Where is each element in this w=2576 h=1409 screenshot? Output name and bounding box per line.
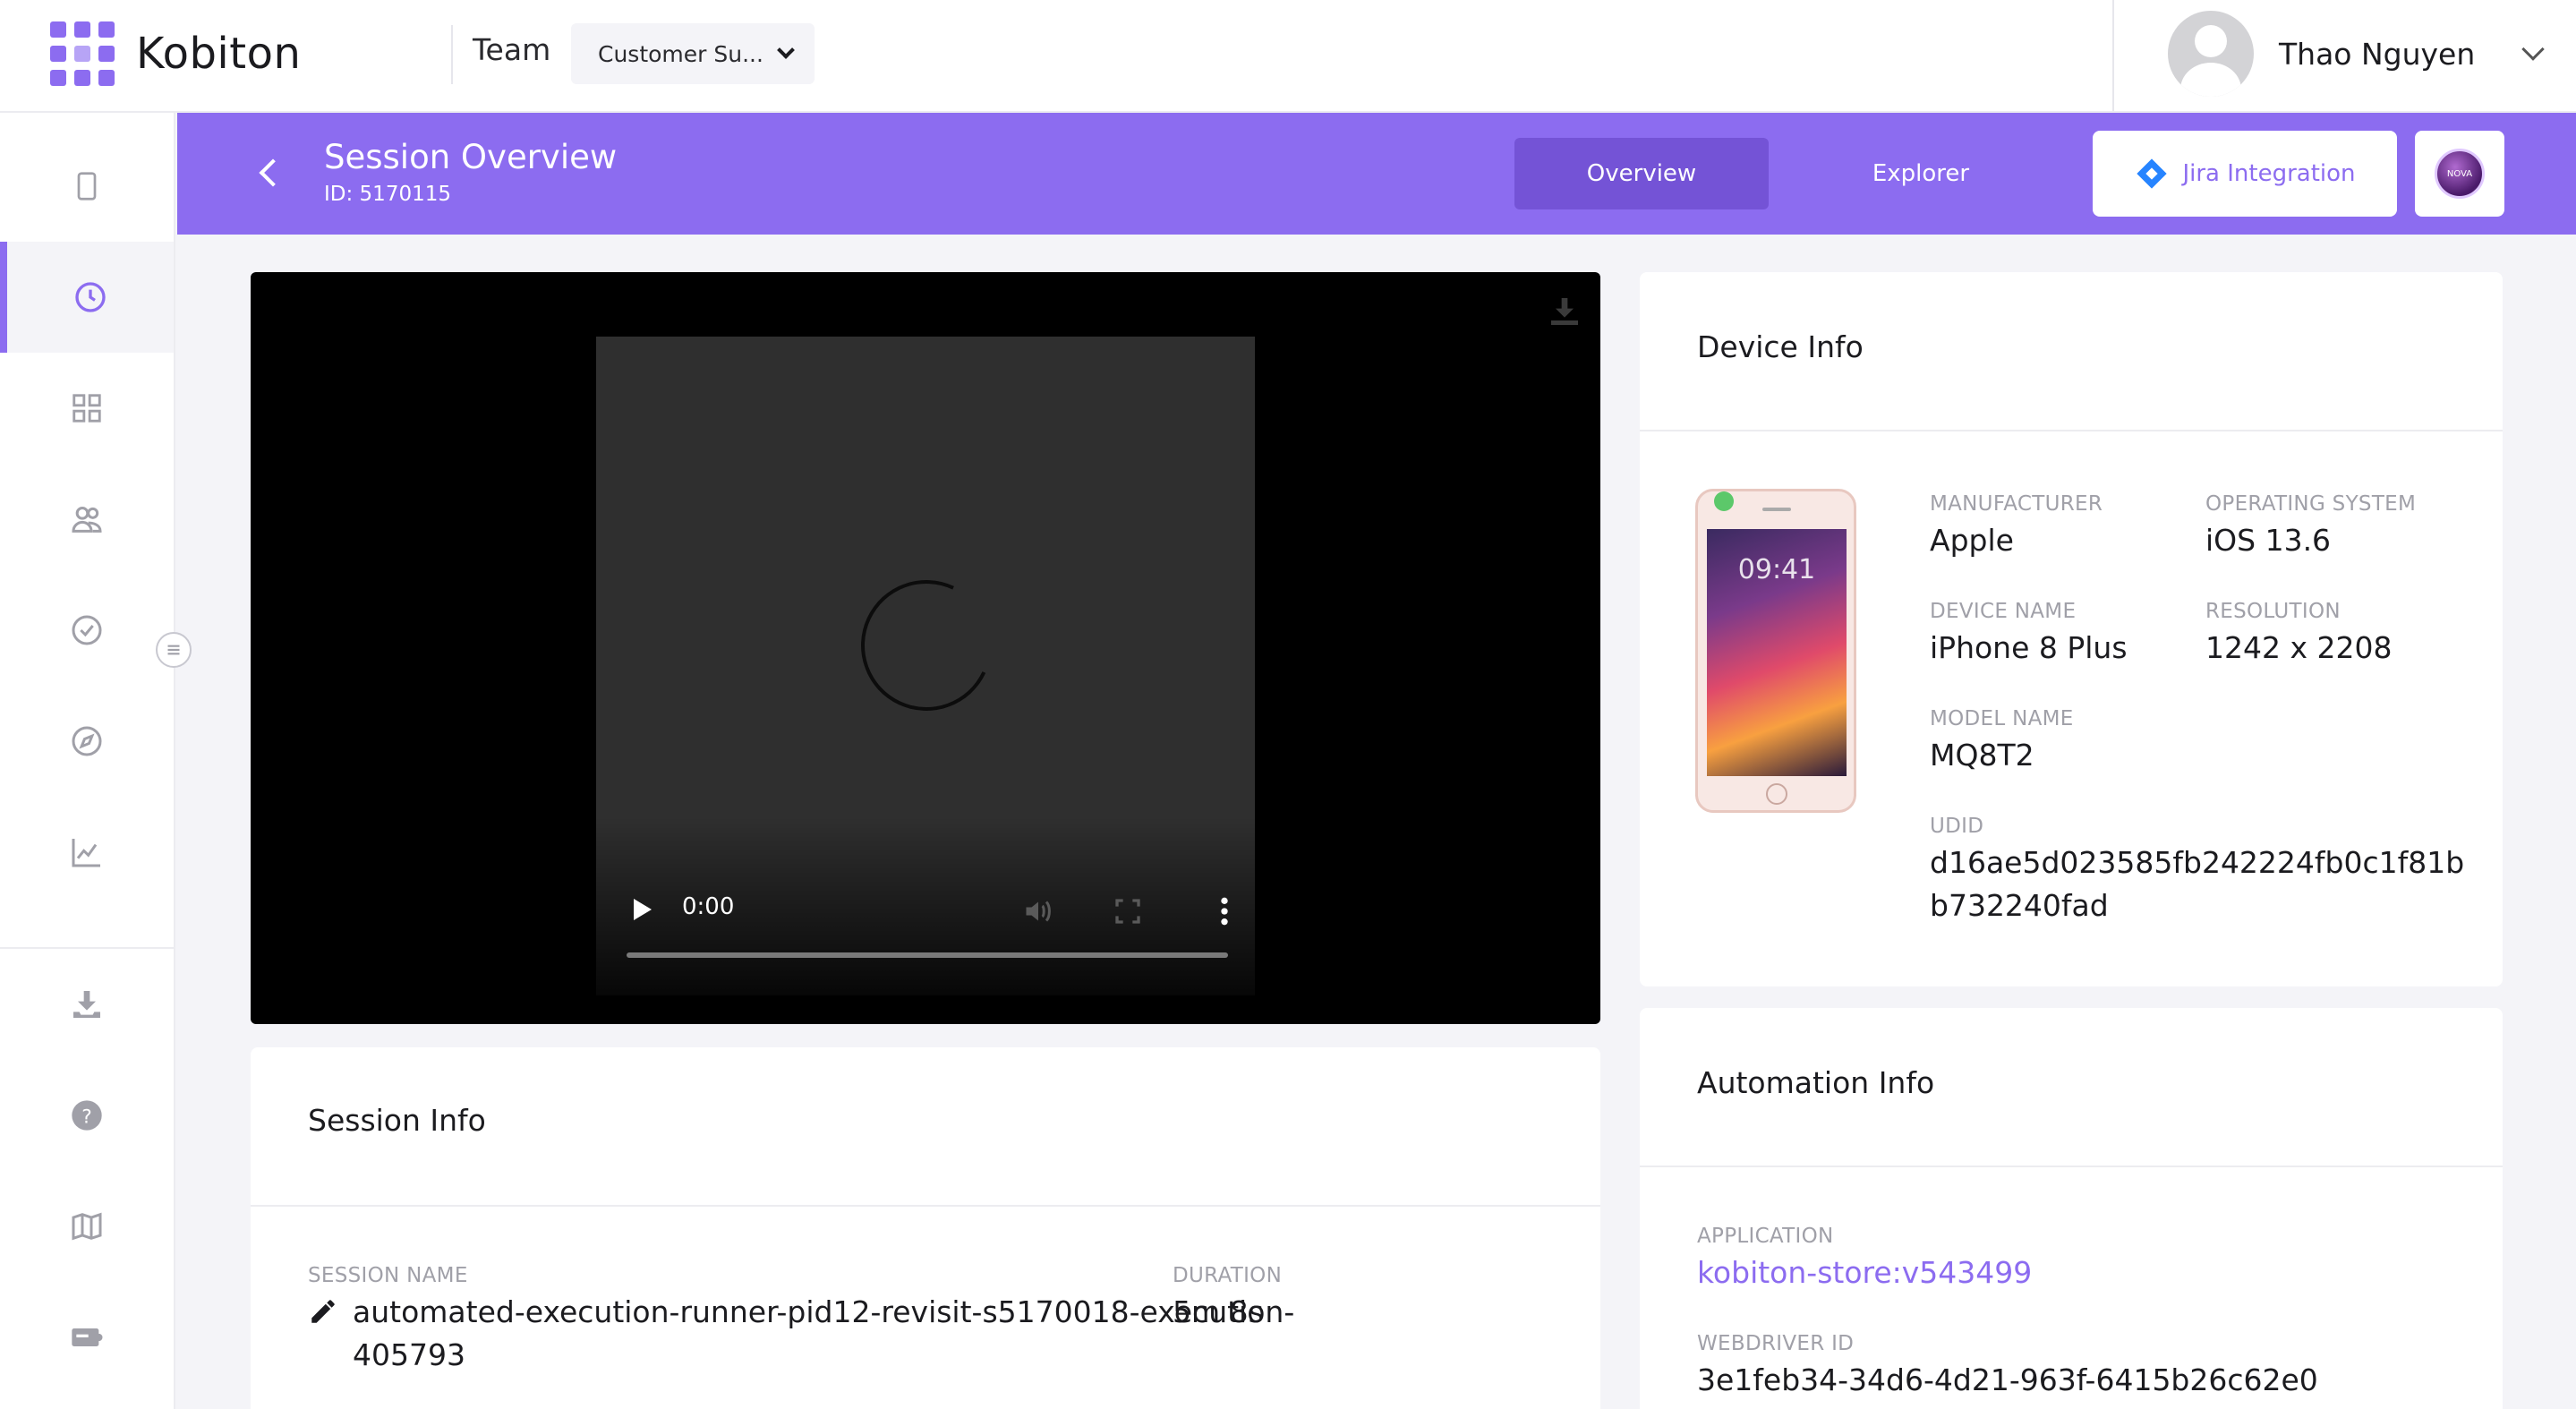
video-frame: 0:00: [596, 337, 1255, 995]
phone-speaker: [1762, 508, 1791, 511]
udid-label: UDID: [1930, 815, 1984, 838]
session-info-title: Session Info: [308, 1103, 486, 1138]
webdriver-id-label: WEBDRIVER ID: [1697, 1332, 1855, 1355]
device-info-title: Device Info: [1697, 329, 1864, 364]
grid-icon: [73, 394, 101, 423]
divider: [451, 25, 453, 84]
device-name-label: DEVICE NAME: [1930, 600, 2077, 623]
volume-icon[interactable]: [1022, 895, 1054, 927]
svg-text:?: ?: [81, 1106, 92, 1128]
sidebar-item-map[interactable]: [0, 1171, 174, 1282]
device-icon: [77, 172, 97, 201]
kobiton-logo-icon: [50, 21, 115, 86]
chart-icon: [72, 839, 100, 867]
automation-info-card: Automation Info APPLICATION kobiton-stor…: [1640, 1008, 2503, 1409]
edit-pencil-icon[interactable]: [308, 1296, 338, 1327]
check-circle-icon: [72, 615, 102, 645]
compass-icon: [72, 726, 102, 756]
video-progress-bar[interactable]: [627, 952, 1228, 958]
manufacturer-label: MANUFACTURER: [1930, 492, 2103, 516]
application-link[interactable]: kobiton-store:v543499: [1697, 1251, 2032, 1294]
session-name-label: SESSION NAME: [308, 1264, 468, 1287]
download-icon: [73, 991, 100, 1018]
device-info-card: Device Info 09:41 MANUFACTURER Apple OPE…: [1640, 272, 2503, 986]
chevron-down-icon: [2521, 38, 2546, 61]
os-value: iOS 13.6: [2205, 523, 2332, 558]
jira-integration-label: Jira Integration: [2182, 160, 2356, 187]
resolution-value: 1242 x 2208: [2205, 630, 2393, 665]
model-name-value: MQ8T2: [1930, 738, 2034, 773]
loading-spinner-icon: [842, 561, 1011, 730]
avatar: [2168, 11, 2254, 97]
tab-overview[interactable]: Overview: [1514, 138, 1769, 209]
sidebar-collapse-button[interactable]: [156, 632, 192, 668]
download-icon[interactable]: [1547, 294, 1582, 329]
tab-explorer[interactable]: Explorer: [1794, 138, 2048, 209]
app-name: Kobiton: [136, 29, 302, 79]
card-divider: [251, 1205, 1600, 1207]
application-label: APPLICATION: [1697, 1225, 1834, 1248]
udid-value-line1: d16ae5d023585fb242224fb0c1f81b: [1930, 845, 2465, 880]
session-video-player[interactable]: 0:00: [251, 272, 1600, 1024]
sidebar-item-explore[interactable]: [0, 686, 174, 797]
session-info-card: Session Info SESSION NAME automated-exec…: [251, 1047, 1600, 1409]
users-icon: [72, 507, 102, 533]
nova-icon: NOVA: [2435, 149, 2485, 199]
team-label: Team: [473, 32, 551, 67]
user-name: Thao Nguyen: [2279, 36, 2476, 72]
map-icon: [72, 1212, 102, 1241]
manufacturer-value: Apple: [1930, 523, 2014, 558]
team-select[interactable]: Customer Su...: [571, 23, 815, 84]
sidebar-item-billing[interactable]: [0, 1282, 174, 1393]
sidebar-item-download[interactable]: [0, 949, 174, 1060]
device-name-value: iPhone 8 Plus: [1930, 630, 2128, 665]
divider: [2112, 0, 2114, 111]
resolution-label: RESOLUTION: [2205, 600, 2341, 623]
session-name-value-line1: automated-execution-runner-pid12-revisit…: [353, 1294, 1295, 1329]
sidebar-item-team[interactable]: [0, 464, 174, 575]
automation-info-title: Automation Info: [1697, 1065, 1935, 1100]
session-name-value-line2: 405793: [353, 1337, 465, 1372]
session-header: Session Overview ID: 5170115 Overview Ex…: [177, 113, 2576, 235]
play-icon[interactable]: [634, 899, 652, 920]
team-select-value: Customer Su...: [598, 40, 763, 67]
chevron-down-icon: [777, 41, 795, 59]
phone-time: 09:41: [1737, 554, 1816, 585]
model-name-label: MODEL NAME: [1930, 707, 2074, 730]
sidebar-item-help[interactable]: ?: [0, 1060, 174, 1171]
clock-icon: [75, 282, 106, 312]
duration-label: DURATION: [1173, 1264, 1283, 1287]
udid-value-line2: b732240fad: [1930, 888, 2109, 923]
sidebar-item-analytics[interactable]: [0, 797, 174, 908]
jira-icon: [2137, 158, 2168, 189]
status-online-icon: [1714, 491, 1734, 511]
page-title: Session Overview: [324, 138, 618, 176]
sidebar: ?: [0, 113, 175, 1409]
fullscreen-icon[interactable]: [1113, 897, 1142, 926]
device-image: 09:41: [1695, 489, 1856, 813]
card-divider: [1640, 430, 2503, 431]
help-icon: ?: [72, 1100, 102, 1131]
duration-value: 5m 8s: [1173, 1294, 1264, 1329]
menu-icon: [167, 645, 180, 655]
webdriver-id-value: 3e1feb34-34d6-4d21-963f-6415b26c62e0: [1697, 1362, 2318, 1397]
sidebar-item-apps[interactable]: [0, 353, 174, 464]
user-menu[interactable]: Thao Nguyen: [2168, 11, 2546, 97]
nova-button[interactable]: NOVA: [2415, 131, 2504, 217]
more-options-icon[interactable]: [1208, 893, 1241, 929]
top-bar: Kobiton Team Customer Su... Thao Nguyen: [0, 0, 2576, 113]
phone-home-button: [1766, 783, 1787, 805]
jira-integration-button[interactable]: Jira Integration: [2093, 131, 2397, 217]
sidebar-item-sessions[interactable]: [0, 242, 174, 353]
phone-screen: 09:41: [1707, 529, 1847, 776]
kobiton-logo[interactable]: Kobiton: [50, 21, 301, 86]
card-icon: [72, 1328, 103, 1346]
os-label: OPERATING SYSTEM: [2205, 492, 2417, 516]
sidebar-item-tests[interactable]: [0, 575, 174, 686]
back-icon[interactable]: [259, 158, 287, 187]
sidebar-item-devices[interactable]: [0, 131, 174, 242]
session-id: ID: 5170115: [324, 183, 451, 206]
video-time: 0:00: [682, 893, 735, 920]
card-divider: [1640, 1166, 2503, 1167]
